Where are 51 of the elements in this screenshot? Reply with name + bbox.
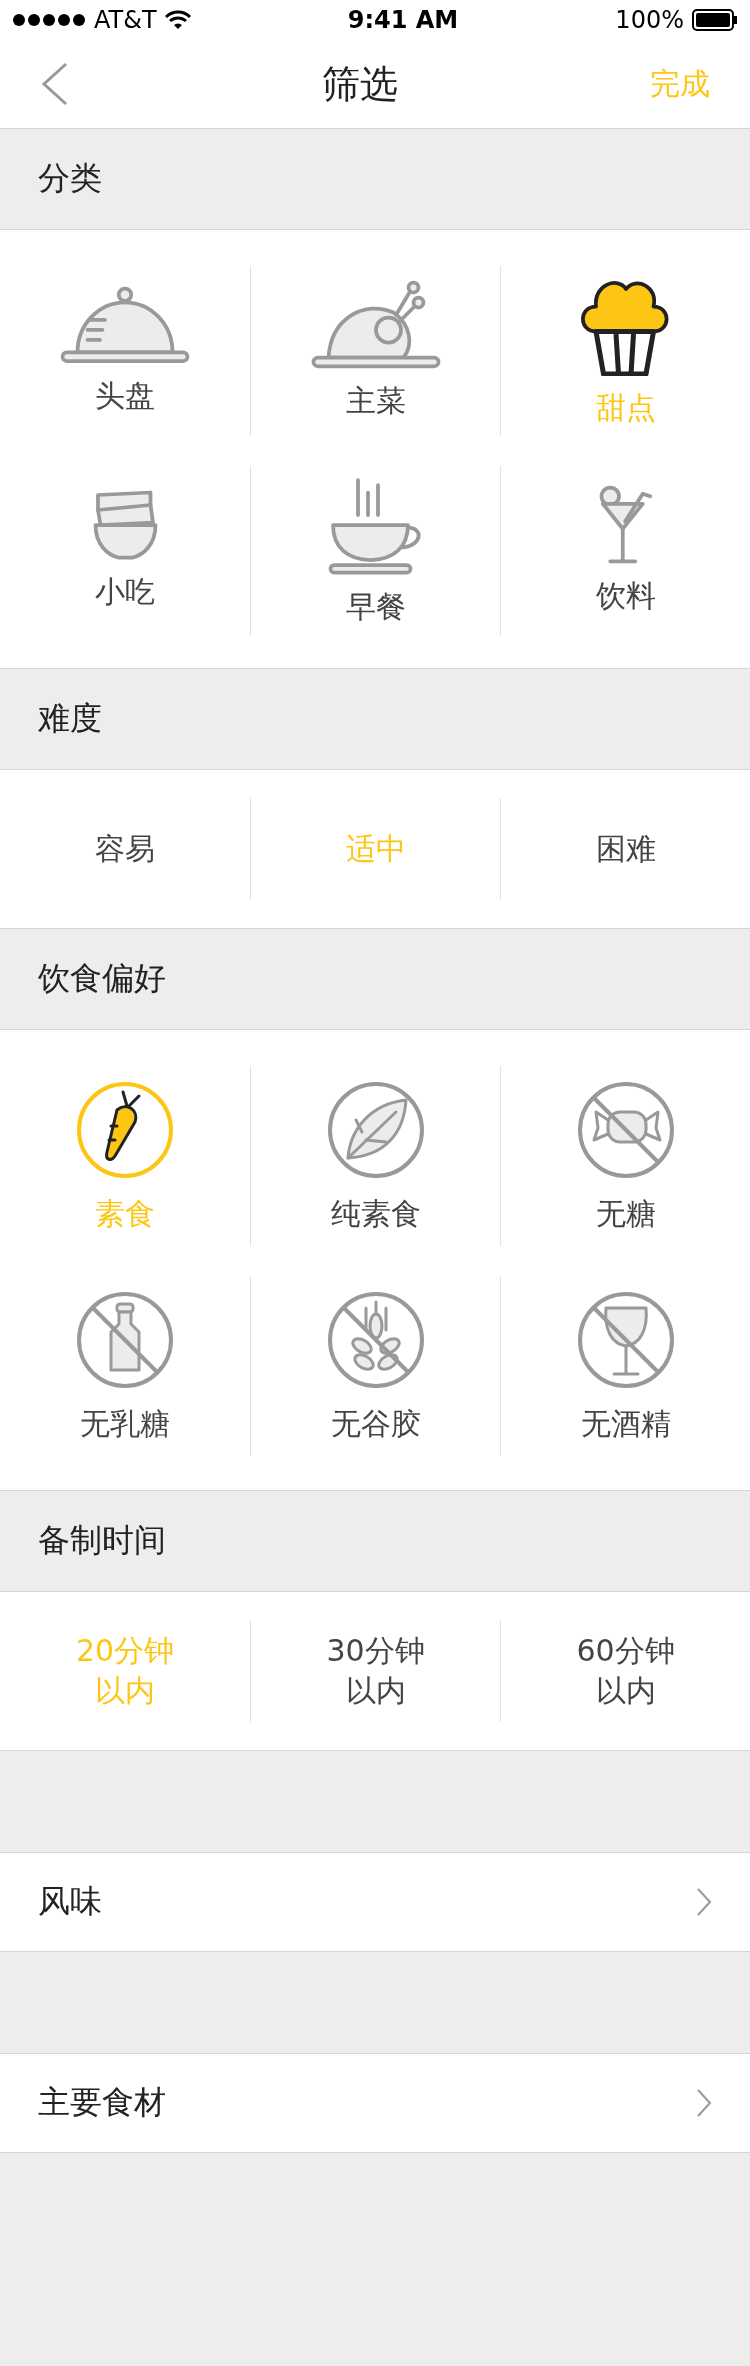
option-label: 60分钟 [576, 1631, 675, 1670]
option-label: 以内 [95, 1672, 155, 1710]
category-option[interactable]: 早餐 [250, 466, 500, 636]
option-label: 30分钟 [326, 1631, 425, 1670]
wifi-icon [164, 10, 191, 30]
back-chevron-icon [40, 62, 70, 106]
difficulty-option[interactable]: 容易 [0, 798, 250, 900]
row-label: 风味 [38, 1881, 102, 1922]
option-label: 以内 [595, 1672, 656, 1710]
category-option[interactable]: 头盘 [0, 266, 250, 436]
option-label: 饮料 [595, 577, 656, 616]
signal-icon [12, 13, 86, 27]
option-label: 无乳糖 [80, 1404, 170, 1443]
carrier-name: AT&T [94, 6, 157, 34]
option-label: 无谷胶 [330, 1404, 421, 1443]
option-label: 无酒精 [580, 1404, 671, 1443]
category-option[interactable]: 饮料 [500, 466, 750, 636]
option-label: 素食 [95, 1194, 155, 1233]
diet-option[interactable]: 纯素食 [250, 1066, 500, 1246]
row-label: 主要食材 [38, 2082, 166, 2123]
option-label: 早餐 [345, 587, 406, 626]
filter-link-row[interactable]: 风味 [0, 1852, 750, 1952]
difficulty-option[interactable]: 困难 [500, 798, 750, 900]
page-title: 筛选 [322, 60, 398, 108]
roast-chicken-icon [310, 280, 441, 370]
diet-option[interactable]: 无乳糖 [0, 1276, 250, 1456]
option-label: 纯素食 [330, 1194, 421, 1233]
diet-option[interactable]: 无谷胶 [250, 1276, 500, 1456]
option-label: 主菜 [345, 382, 406, 421]
filter-link-row[interactable]: 主要食材 [0, 2053, 750, 2153]
chevron-right-icon [696, 1887, 712, 1917]
category-option[interactable]: 小吃 [0, 466, 250, 636]
chevron-right-icon [696, 2088, 712, 2118]
option-label: 以内 [345, 1672, 406, 1710]
cloche-icon [60, 286, 190, 364]
option-label: 小吃 [95, 572, 155, 611]
diet-option[interactable]: 无糖 [500, 1066, 750, 1246]
cocktail-glass-icon [598, 485, 653, 565]
option-label: 头盘 [95, 376, 155, 415]
prep-time-option[interactable]: 30分钟 以内 [250, 1620, 500, 1722]
prep-time-option[interactable]: 60分钟 以内 [500, 1620, 750, 1722]
option-label: 甜点 [595, 389, 656, 427]
category-option[interactable]: 主菜 [250, 266, 500, 436]
battery-icon [692, 9, 738, 31]
option-label: 无糖 [595, 1194, 656, 1233]
option-label: 20分钟 [75, 1631, 175, 1670]
stacked-bowls-icon [92, 489, 158, 560]
diet-option[interactable]: 无酒精 [500, 1276, 750, 1456]
clock-time: 9:41 AM [347, 6, 459, 34]
battery-percent: 100% [615, 6, 684, 34]
back-button[interactable] [40, 62, 70, 106]
